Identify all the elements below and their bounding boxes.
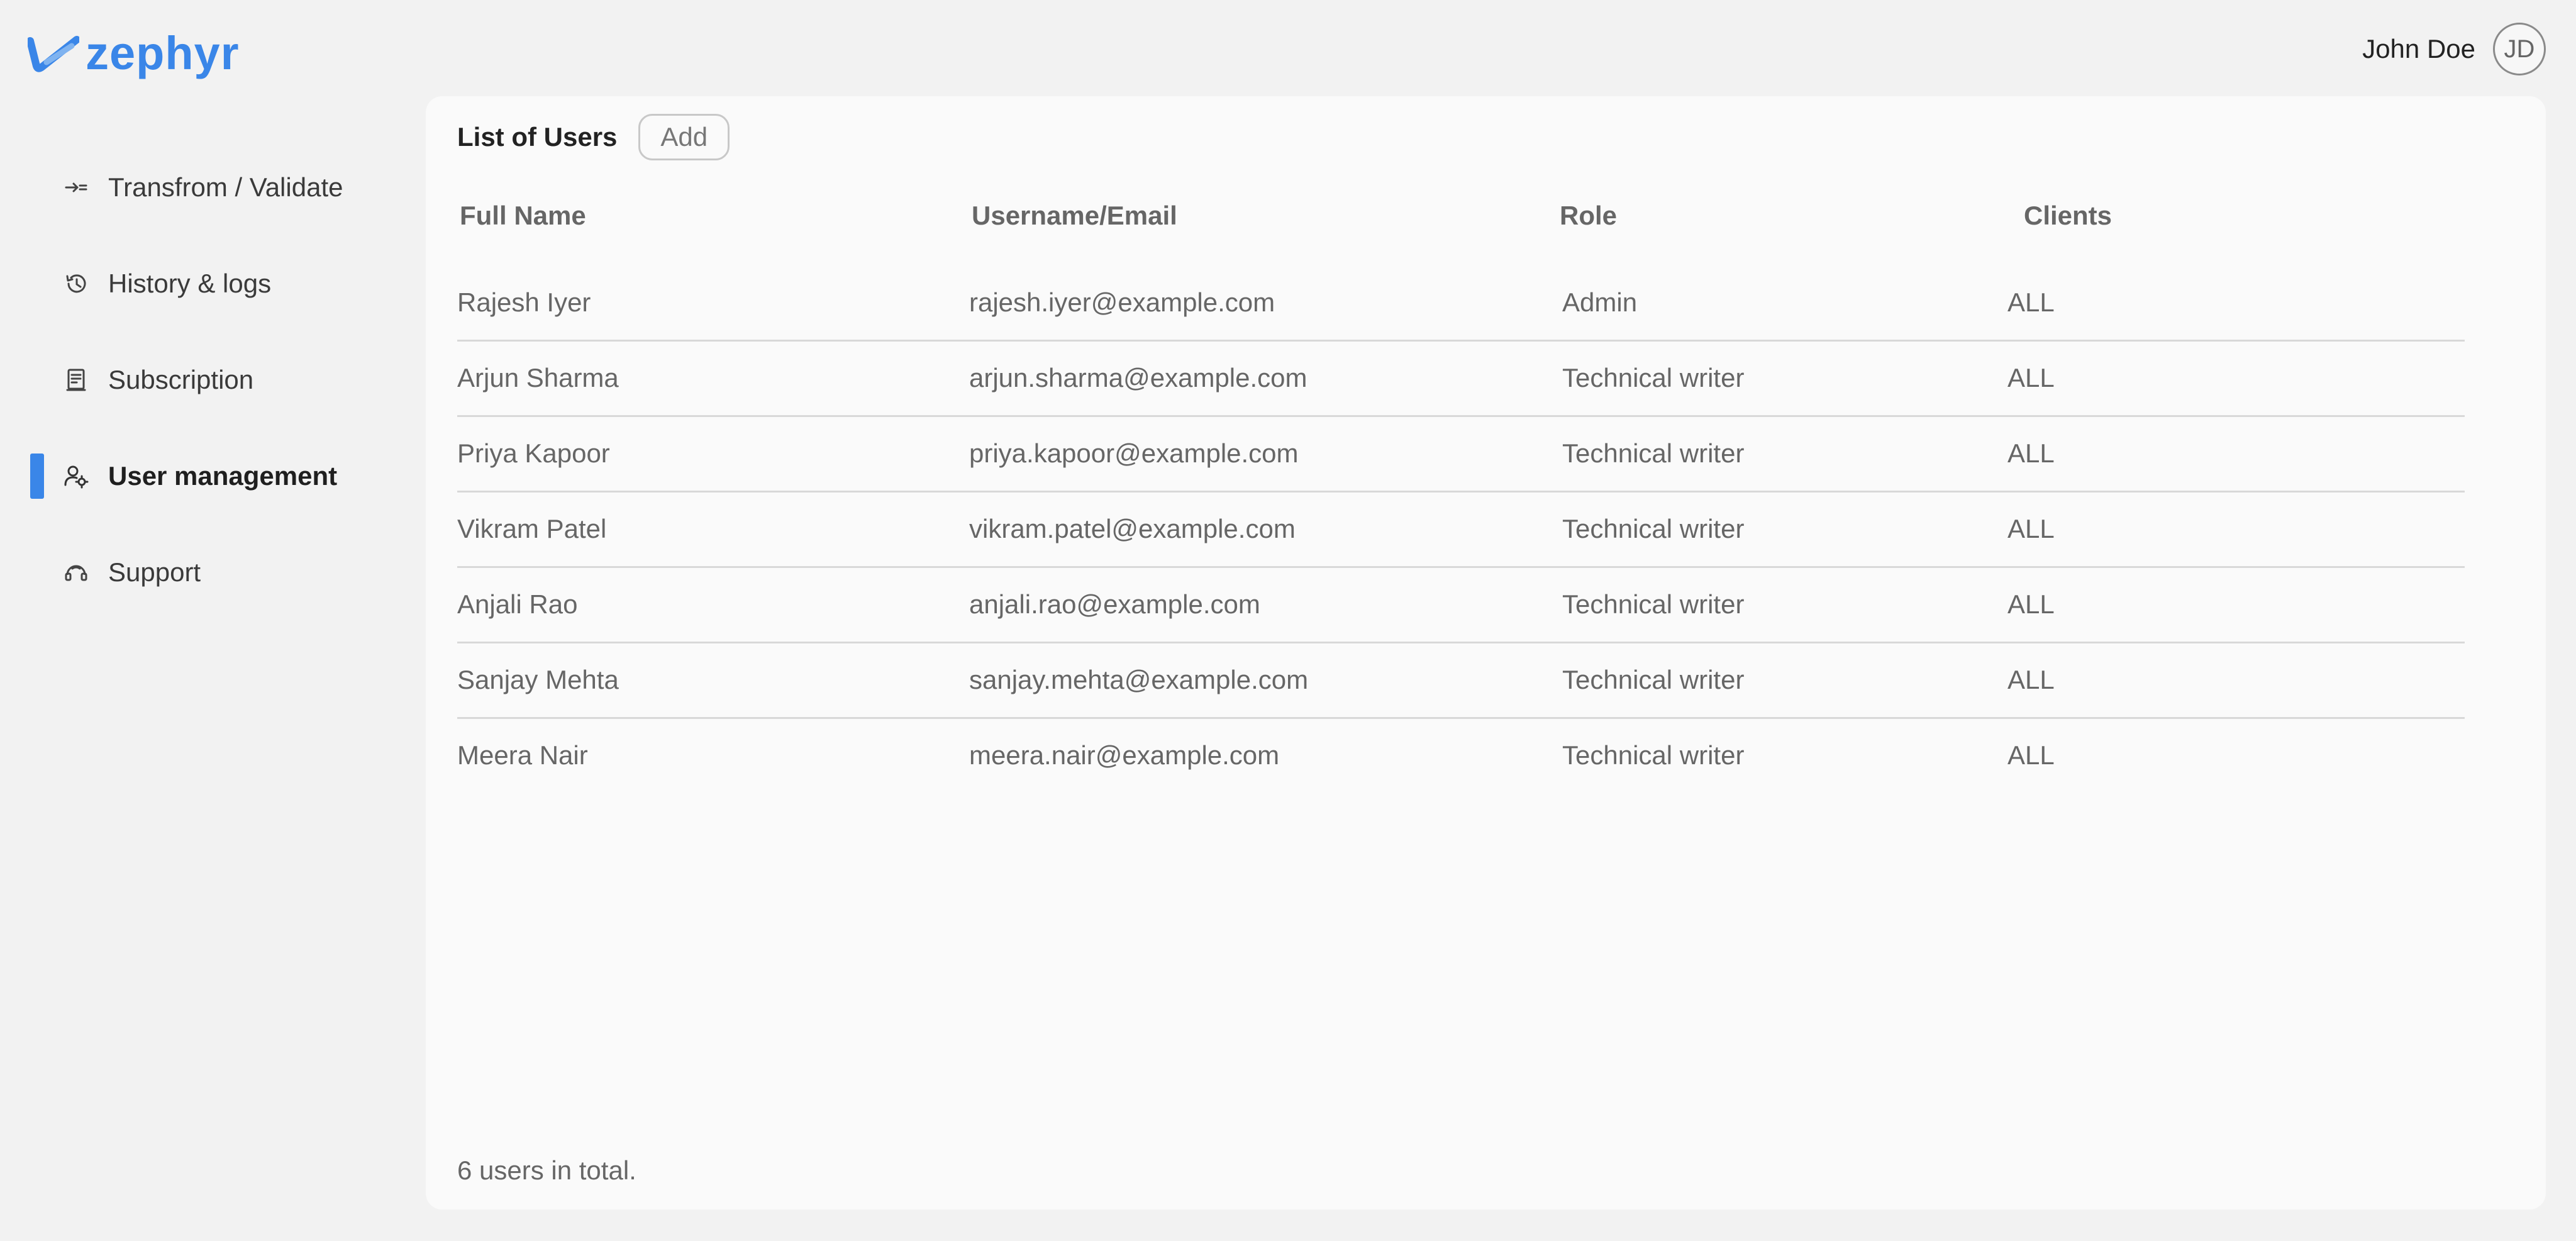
table-body: Rajesh Iyer rajesh.iyer@example.com Admi… bbox=[457, 266, 2465, 794]
cell-role: Technical writer bbox=[1562, 514, 1745, 543]
sidebar-item-subscription[interactable]: Subscription bbox=[0, 357, 402, 403]
table-header: Full Name Username/Email Role Clients bbox=[457, 184, 2465, 247]
cell-clients: ALL bbox=[2007, 740, 2055, 770]
sidebar-item-label: Transfrom / Validate bbox=[108, 172, 343, 202]
user-name: John Doe bbox=[2362, 34, 2475, 64]
column-header-username-email[interactable]: Username/Email bbox=[972, 184, 1177, 247]
cell-role: Technical writer bbox=[1562, 438, 1745, 468]
cell-full-name: Vikram Patel bbox=[457, 514, 607, 543]
cell-email: meera.nair@example.com bbox=[969, 740, 1280, 770]
user-management-icon bbox=[62, 462, 91, 491]
sidebar-item-label: Subscription bbox=[108, 365, 254, 394]
cell-full-name: Anjali Rao bbox=[457, 589, 578, 619]
cell-email: priya.kapoor@example.com bbox=[969, 438, 1299, 468]
cell-clients: ALL bbox=[2007, 363, 2055, 392]
sidebar-item-label: User management bbox=[108, 461, 338, 491]
cell-role: Technical writer bbox=[1562, 363, 1745, 392]
cell-role: Technical writer bbox=[1562, 665, 1745, 694]
cell-email: arjun.sharma@example.com bbox=[969, 363, 1307, 392]
app-logo[interactable]: zephyr bbox=[28, 25, 240, 82]
user-menu[interactable]: John Doe JD bbox=[2362, 23, 2546, 75]
history-icon bbox=[62, 269, 91, 298]
column-header-clients[interactable]: Clients bbox=[2024, 184, 2112, 247]
transform-icon bbox=[62, 173, 91, 202]
table-row[interactable]: Arjun Sharma arjun.sharma@example.com Te… bbox=[457, 342, 2465, 417]
cell-role: Technical writer bbox=[1562, 740, 1745, 770]
cell-role: Technical writer bbox=[1562, 589, 1745, 619]
table-row[interactable]: Priya Kapoor priya.kapoor@example.com Te… bbox=[457, 417, 2465, 493]
cell-full-name: Arjun Sharma bbox=[457, 363, 619, 392]
page-title: List of Users bbox=[457, 122, 618, 152]
cell-full-name: Priya Kapoor bbox=[457, 438, 610, 468]
cell-clients: ALL bbox=[2007, 287, 2055, 317]
sidebar-item-label: Support bbox=[108, 557, 201, 587]
support-icon bbox=[62, 558, 91, 587]
zephyr-logo-icon bbox=[28, 36, 79, 72]
cell-full-name: Rajesh Iyer bbox=[457, 287, 591, 317]
sidebar: Transfrom / Validate History & logs Subs… bbox=[0, 165, 402, 646]
table-row[interactable]: Rajesh Iyer rajesh.iyer@example.com Admi… bbox=[457, 266, 2465, 342]
table-row[interactable]: Vikram Patel vikram.patel@example.com Te… bbox=[457, 493, 2465, 568]
logo-text: zephyr bbox=[86, 27, 240, 79]
cell-email: rajesh.iyer@example.com bbox=[969, 287, 1275, 317]
cell-role: Admin bbox=[1562, 287, 1638, 317]
subscription-icon bbox=[62, 365, 91, 394]
active-indicator bbox=[30, 454, 44, 499]
table-row[interactable]: Anjali Rao anjali.rao@example.com Techni… bbox=[457, 568, 2465, 643]
panel-header: List of Users Add bbox=[457, 114, 730, 160]
user-list-panel: List of Users Add Full Name Username/Ema… bbox=[426, 96, 2546, 1210]
cell-clients: ALL bbox=[2007, 514, 2055, 543]
sidebar-item-history-logs[interactable]: History & logs bbox=[0, 261, 402, 306]
sidebar-item-user-management[interactable]: User management bbox=[0, 454, 402, 499]
column-header-role[interactable]: Role bbox=[1560, 184, 1617, 247]
cell-full-name: Meera Nair bbox=[457, 740, 588, 770]
cell-email: sanjay.mehta@example.com bbox=[969, 665, 1309, 694]
table-row[interactable]: Sanjay Mehta sanjay.mehta@example.com Te… bbox=[457, 643, 2465, 719]
sidebar-item-support[interactable]: Support bbox=[0, 550, 402, 595]
user-total-count: 6 users in total. bbox=[457, 1155, 636, 1185]
sidebar-item-label: History & logs bbox=[108, 269, 272, 298]
cell-clients: ALL bbox=[2007, 438, 2055, 468]
cell-clients: ALL bbox=[2007, 665, 2055, 694]
table-row[interactable]: Meera Nair meera.nair@example.com Techni… bbox=[457, 719, 2465, 794]
sidebar-item-transform-validate[interactable]: Transfrom / Validate bbox=[0, 165, 402, 210]
users-table: Full Name Username/Email Role Clients Ra… bbox=[457, 184, 2465, 794]
cell-clients: ALL bbox=[2007, 589, 2055, 619]
cell-email: anjali.rao@example.com bbox=[969, 589, 1260, 619]
cell-full-name: Sanjay Mehta bbox=[457, 665, 619, 694]
avatar[interactable]: JD bbox=[2493, 23, 2546, 75]
cell-email: vikram.patel@example.com bbox=[969, 514, 1296, 543]
column-header-full-name[interactable]: Full Name bbox=[460, 184, 586, 247]
add-user-button[interactable]: Add bbox=[638, 114, 730, 160]
